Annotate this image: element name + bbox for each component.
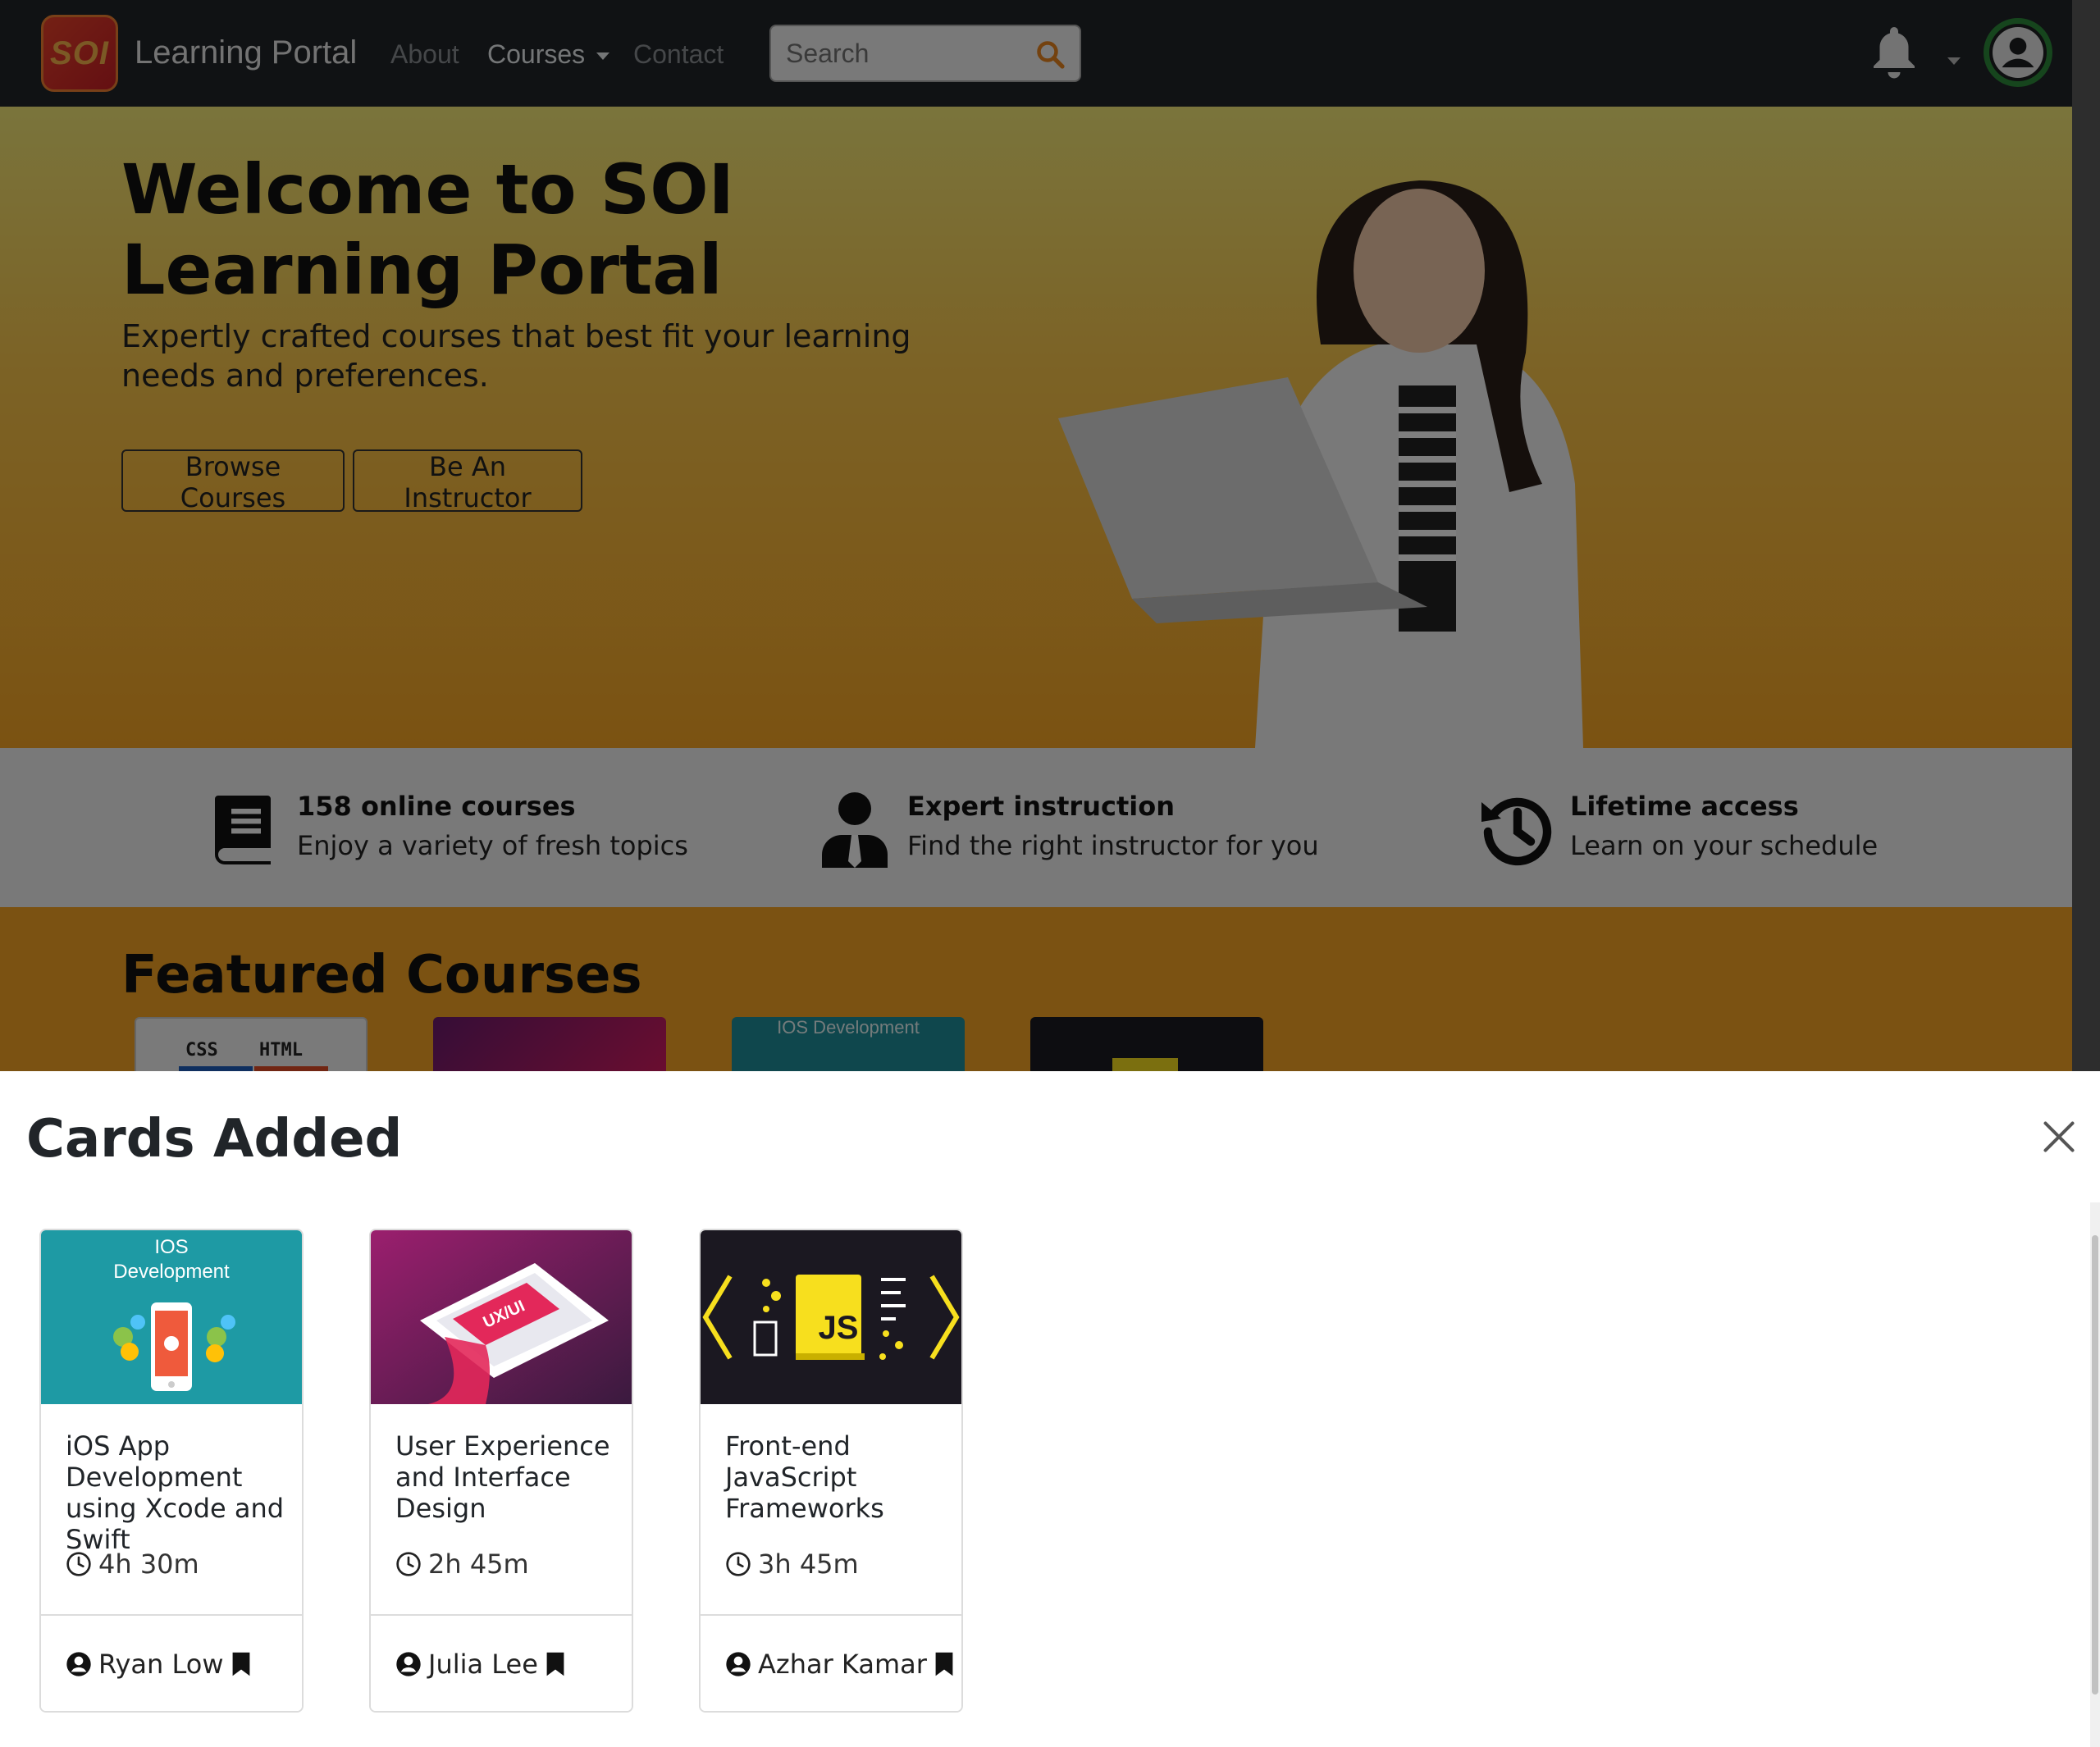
clock-icon bbox=[396, 1552, 421, 1576]
course-card[interactable]: JS Front-end JavaScript Frameworks 3h 45… bbox=[699, 1229, 963, 1713]
course-card[interactable]: IOS Development iOS App Development usin… bbox=[39, 1229, 304, 1713]
course-duration: 4h 30m bbox=[66, 1549, 199, 1580]
ios-image-line2: Development bbox=[113, 1261, 230, 1283]
card-footer: Julia Lee bbox=[371, 1614, 632, 1711]
course-title[interactable]: User Experience and Interface Design bbox=[395, 1430, 617, 1524]
clock-icon bbox=[726, 1552, 751, 1576]
duration-text: 3h 45m bbox=[758, 1549, 859, 1580]
duration-text: 2h 45m bbox=[428, 1549, 529, 1580]
bookmark-icon[interactable] bbox=[934, 1651, 955, 1677]
instructor-name: Ryan Low bbox=[98, 1649, 224, 1680]
bookmark-icon[interactable] bbox=[231, 1651, 252, 1677]
bookmark-icon[interactable] bbox=[545, 1651, 566, 1677]
panel-scrollbar-thumb[interactable] bbox=[2092, 1235, 2098, 1695]
course-title[interactable]: iOS App Development using Xcode and Swif… bbox=[66, 1430, 287, 1555]
user-circle-icon bbox=[66, 1652, 91, 1676]
card-footer: Ryan Low bbox=[41, 1614, 302, 1711]
close-button[interactable] bbox=[2041, 1119, 2077, 1155]
card-footer: Azhar Kamar bbox=[701, 1614, 961, 1711]
ux-ui-design-image: UX/UI bbox=[371, 1230, 632, 1404]
panel-scrollbar[interactable] bbox=[2090, 1202, 2100, 1747]
duration-text: 4h 30m bbox=[98, 1549, 199, 1580]
course-duration: 3h 45m bbox=[725, 1549, 859, 1580]
ios-development-image: IOS Development bbox=[41, 1230, 302, 1404]
ios-image-line1: IOS bbox=[154, 1236, 188, 1258]
user-circle-icon bbox=[726, 1652, 751, 1676]
js-image-label: JS bbox=[819, 1310, 859, 1346]
user-circle-icon bbox=[396, 1652, 421, 1676]
course-title[interactable]: Front-end JavaScript Frameworks bbox=[725, 1430, 947, 1524]
instructor-name: Azhar Kamar bbox=[758, 1649, 927, 1680]
close-icon bbox=[2043, 1121, 2075, 1152]
javascript-frameworks-image: JS bbox=[701, 1230, 961, 1404]
instructor-name: Julia Lee bbox=[428, 1649, 538, 1680]
panel-title: Cards Added bbox=[26, 1109, 403, 1170]
course-duration: 2h 45m bbox=[395, 1549, 529, 1580]
cards-added-panel: Cards Added IOS Development iOS App Deve… bbox=[0, 1071, 2100, 1747]
clock-icon bbox=[66, 1552, 91, 1576]
course-card[interactable]: UX/UI User Experience and Interface Desi… bbox=[369, 1229, 633, 1713]
offcanvas-backdrop[interactable] bbox=[0, 0, 2100, 1071]
